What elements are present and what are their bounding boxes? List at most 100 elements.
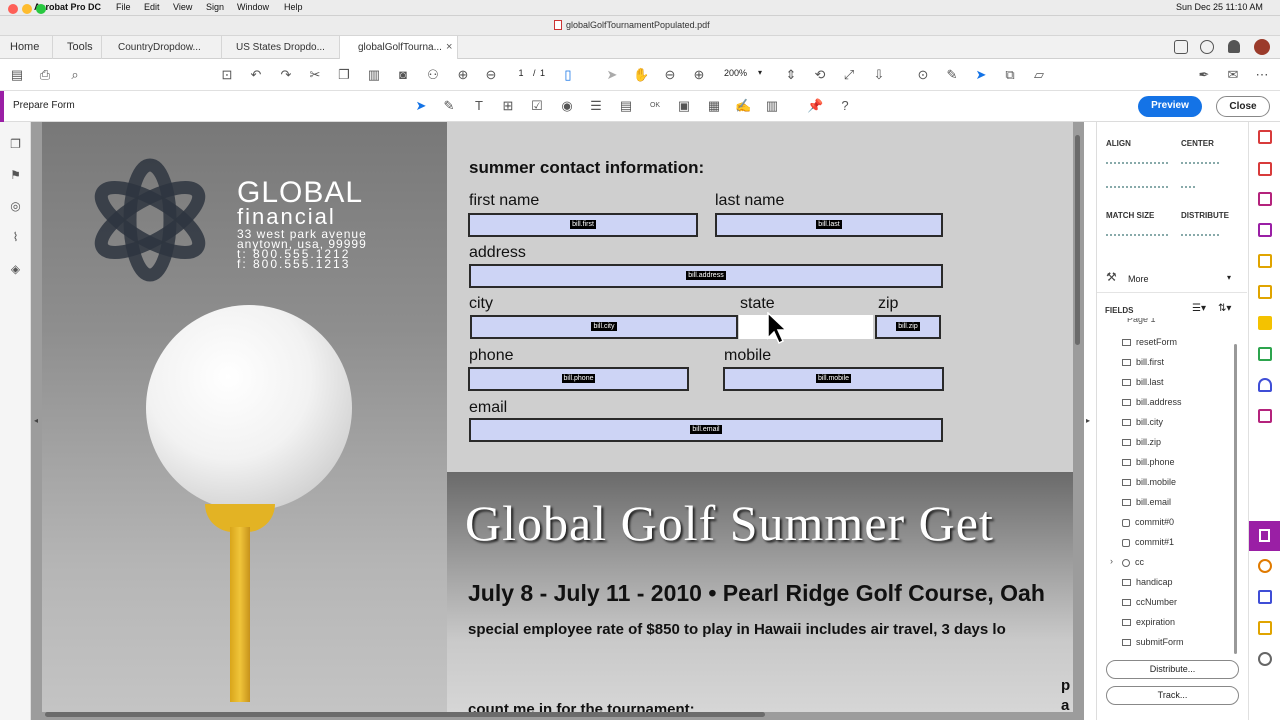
field-item-bill-phone[interactable]: bill.phone [1122, 452, 1232, 472]
tab-home[interactable]: Home [0, 36, 53, 59]
align-buttons-row-2[interactable] [1106, 186, 1168, 196]
organize-pages-icon[interactable]: ⧉ [1002, 67, 1018, 83]
text-tool-icon[interactable]: T [471, 98, 487, 114]
field-bill-mobile[interactable]: bill.mobile [723, 367, 944, 391]
select-object-icon[interactable]: ➤ [413, 98, 429, 114]
menu-edit[interactable]: Edit [144, 2, 160, 12]
menu-view[interactable]: View [173, 2, 192, 12]
cut-icon[interactable]: ✂ [307, 67, 323, 83]
field-item-bill-last[interactable]: bill.last [1122, 372, 1232, 392]
zoom-out-icon[interactable]: ⊖ [662, 67, 678, 83]
close-tab-icon[interactable]: × [446, 36, 452, 59]
print-icon[interactable]: ⎙ [37, 67, 53, 83]
menu-sign[interactable]: Sign [206, 2, 224, 12]
sort-alpha-icon[interactable]: ⇅▾ [1218, 303, 1231, 314]
measure-icon[interactable] [1258, 559, 1272, 573]
page-thumbnails-icon[interactable]: ❐ [8, 137, 23, 152]
zoom-in-icon[interactable]: ⊕ [691, 67, 707, 83]
scan-ocr-icon[interactable] [1258, 347, 1272, 361]
export-pdf-icon[interactable] [1258, 192, 1272, 206]
page-down-icon[interactable]: ⊖ [483, 67, 499, 83]
notifications-bell-icon[interactable] [1228, 40, 1240, 53]
edit-form-icon[interactable]: ✎ [441, 98, 457, 114]
field-bill-last[interactable]: bill.last [715, 213, 943, 237]
preview-button[interactable]: Preview [1138, 96, 1202, 117]
paste-icon[interactable]: ▥ [366, 67, 382, 83]
collapse-left-panel-icon[interactable]: ◂ [34, 416, 38, 425]
signature-field-icon[interactable]: ✍ [735, 98, 751, 114]
field-bill-city[interactable]: bill.city [470, 315, 738, 339]
state-field-placeholder[interactable] [739, 315, 873, 339]
pin-icon[interactable]: 📌 [807, 98, 823, 114]
sort-fields-icon[interactable]: ☰▾ [1192, 303, 1206, 314]
center-buttons-row[interactable] [1181, 162, 1219, 172]
zoom-window-icon[interactable] [36, 4, 46, 14]
page-number-input[interactable]: 1 [512, 68, 530, 78]
edit-pdf-icon[interactable] [1258, 223, 1272, 237]
protect-icon[interactable] [1258, 378, 1272, 392]
zoom-level-select[interactable]: 200% [724, 68, 747, 78]
field-item-expiration[interactable]: expiration [1122, 612, 1232, 632]
layers-circle-icon[interactable]: ◎ [8, 199, 23, 214]
sign-pen-icon[interactable]: ✒ [1196, 67, 1212, 83]
tab-global-golf[interactable]: globalGolfTourna... × [340, 36, 458, 60]
distribute-buttons[interactable] [1181, 234, 1219, 244]
redo-icon[interactable]: ↷ [278, 67, 294, 83]
field-bill-email[interactable]: bill.email [469, 418, 943, 442]
text-field-icon[interactable]: ⊞ [500, 98, 516, 114]
close-button[interactable]: Close [1216, 96, 1270, 117]
attachments-icon[interactable]: ⌇ [8, 230, 23, 245]
field-item-bill-email[interactable]: bill.email [1122, 492, 1232, 512]
field-item-commit0[interactable]: commit#0 [1122, 512, 1232, 532]
button-tool-icon[interactable]: OK [647, 98, 663, 114]
horizontal-scrollbar[interactable] [45, 712, 765, 717]
match-size-buttons[interactable] [1106, 234, 1168, 244]
more-chevron-icon[interactable]: ▾ [1227, 273, 1231, 282]
close-window-icon[interactable] [8, 4, 18, 14]
javascript-icon[interactable] [1258, 590, 1272, 604]
layers-icon[interactable]: ◈ [8, 262, 23, 277]
barcode-icon[interactable]: ▥ [764, 98, 780, 114]
scroll-mode-icon[interactable]: ⇩ [871, 67, 887, 83]
email-icon[interactable]: ✉ [1225, 67, 1241, 83]
undo-icon[interactable]: ↶ [248, 67, 264, 83]
hand-tool-icon[interactable]: ✋ [633, 67, 649, 83]
tab-tools[interactable]: Tools [53, 36, 102, 59]
checkbox-icon[interactable]: ☑ [529, 98, 545, 114]
field-bill-address[interactable]: bill.address [469, 264, 943, 288]
field-item-cc[interactable]: cc [1122, 552, 1232, 572]
tab-country-dropdown[interactable]: CountryDropdow... [104, 36, 222, 59]
chevron-down-icon[interactable]: ▾ [758, 68, 762, 77]
menu-file[interactable]: File [116, 2, 131, 12]
date-field-icon[interactable]: ▦ [706, 98, 722, 114]
field-item-handicap[interactable]: handicap [1122, 572, 1232, 592]
field-bill-zip[interactable]: bill.zip [875, 315, 941, 339]
menu-window[interactable]: Window [237, 2, 269, 12]
snapshot-icon[interactable]: ◙ [395, 67, 411, 83]
rotate-icon[interactable]: ⟲ [812, 67, 828, 83]
fill-sign-icon[interactable]: ✎ [944, 67, 960, 83]
copy-icon[interactable]: ❐ [336, 67, 352, 83]
bookmarks-icon[interactable]: ⚑ [8, 168, 23, 183]
user-avatar[interactable] [1254, 39, 1270, 55]
binoculars-icon[interactable]: ⚇ [425, 67, 441, 83]
comment-icon[interactable] [1174, 40, 1188, 54]
page-view-icon[interactable]: ▯ [560, 67, 576, 83]
field-item-bill-address[interactable]: bill.address [1122, 392, 1232, 412]
fill-sign-tool-icon[interactable] [1258, 285, 1272, 299]
request-signature-icon[interactable] [1258, 254, 1272, 268]
more-dropdown[interactable]: More [1128, 274, 1149, 284]
field-item-bill-city[interactable]: bill.city [1122, 412, 1232, 432]
fit-page-icon[interactable]: ⇕ [783, 67, 799, 83]
field-item-bill-mobile[interactable]: bill.mobile [1122, 472, 1232, 492]
full-screen-icon[interactable]: ⤢ [841, 67, 857, 83]
expand-right-panel-icon[interactable]: ▸ [1086, 416, 1090, 425]
center-both-button[interactable] [1181, 186, 1195, 196]
security-check-icon[interactable]: ⊡ [219, 67, 235, 83]
field-item-resetForm[interactable]: resetForm [1122, 332, 1232, 352]
help-icon[interactable] [1200, 40, 1214, 54]
open-folder-icon[interactable]: ▱ [1031, 67, 1047, 83]
track-button[interactable]: Track... [1106, 686, 1239, 705]
select-arrow-icon[interactable]: ➤ [604, 67, 620, 83]
minimize-window-icon[interactable] [22, 4, 32, 14]
